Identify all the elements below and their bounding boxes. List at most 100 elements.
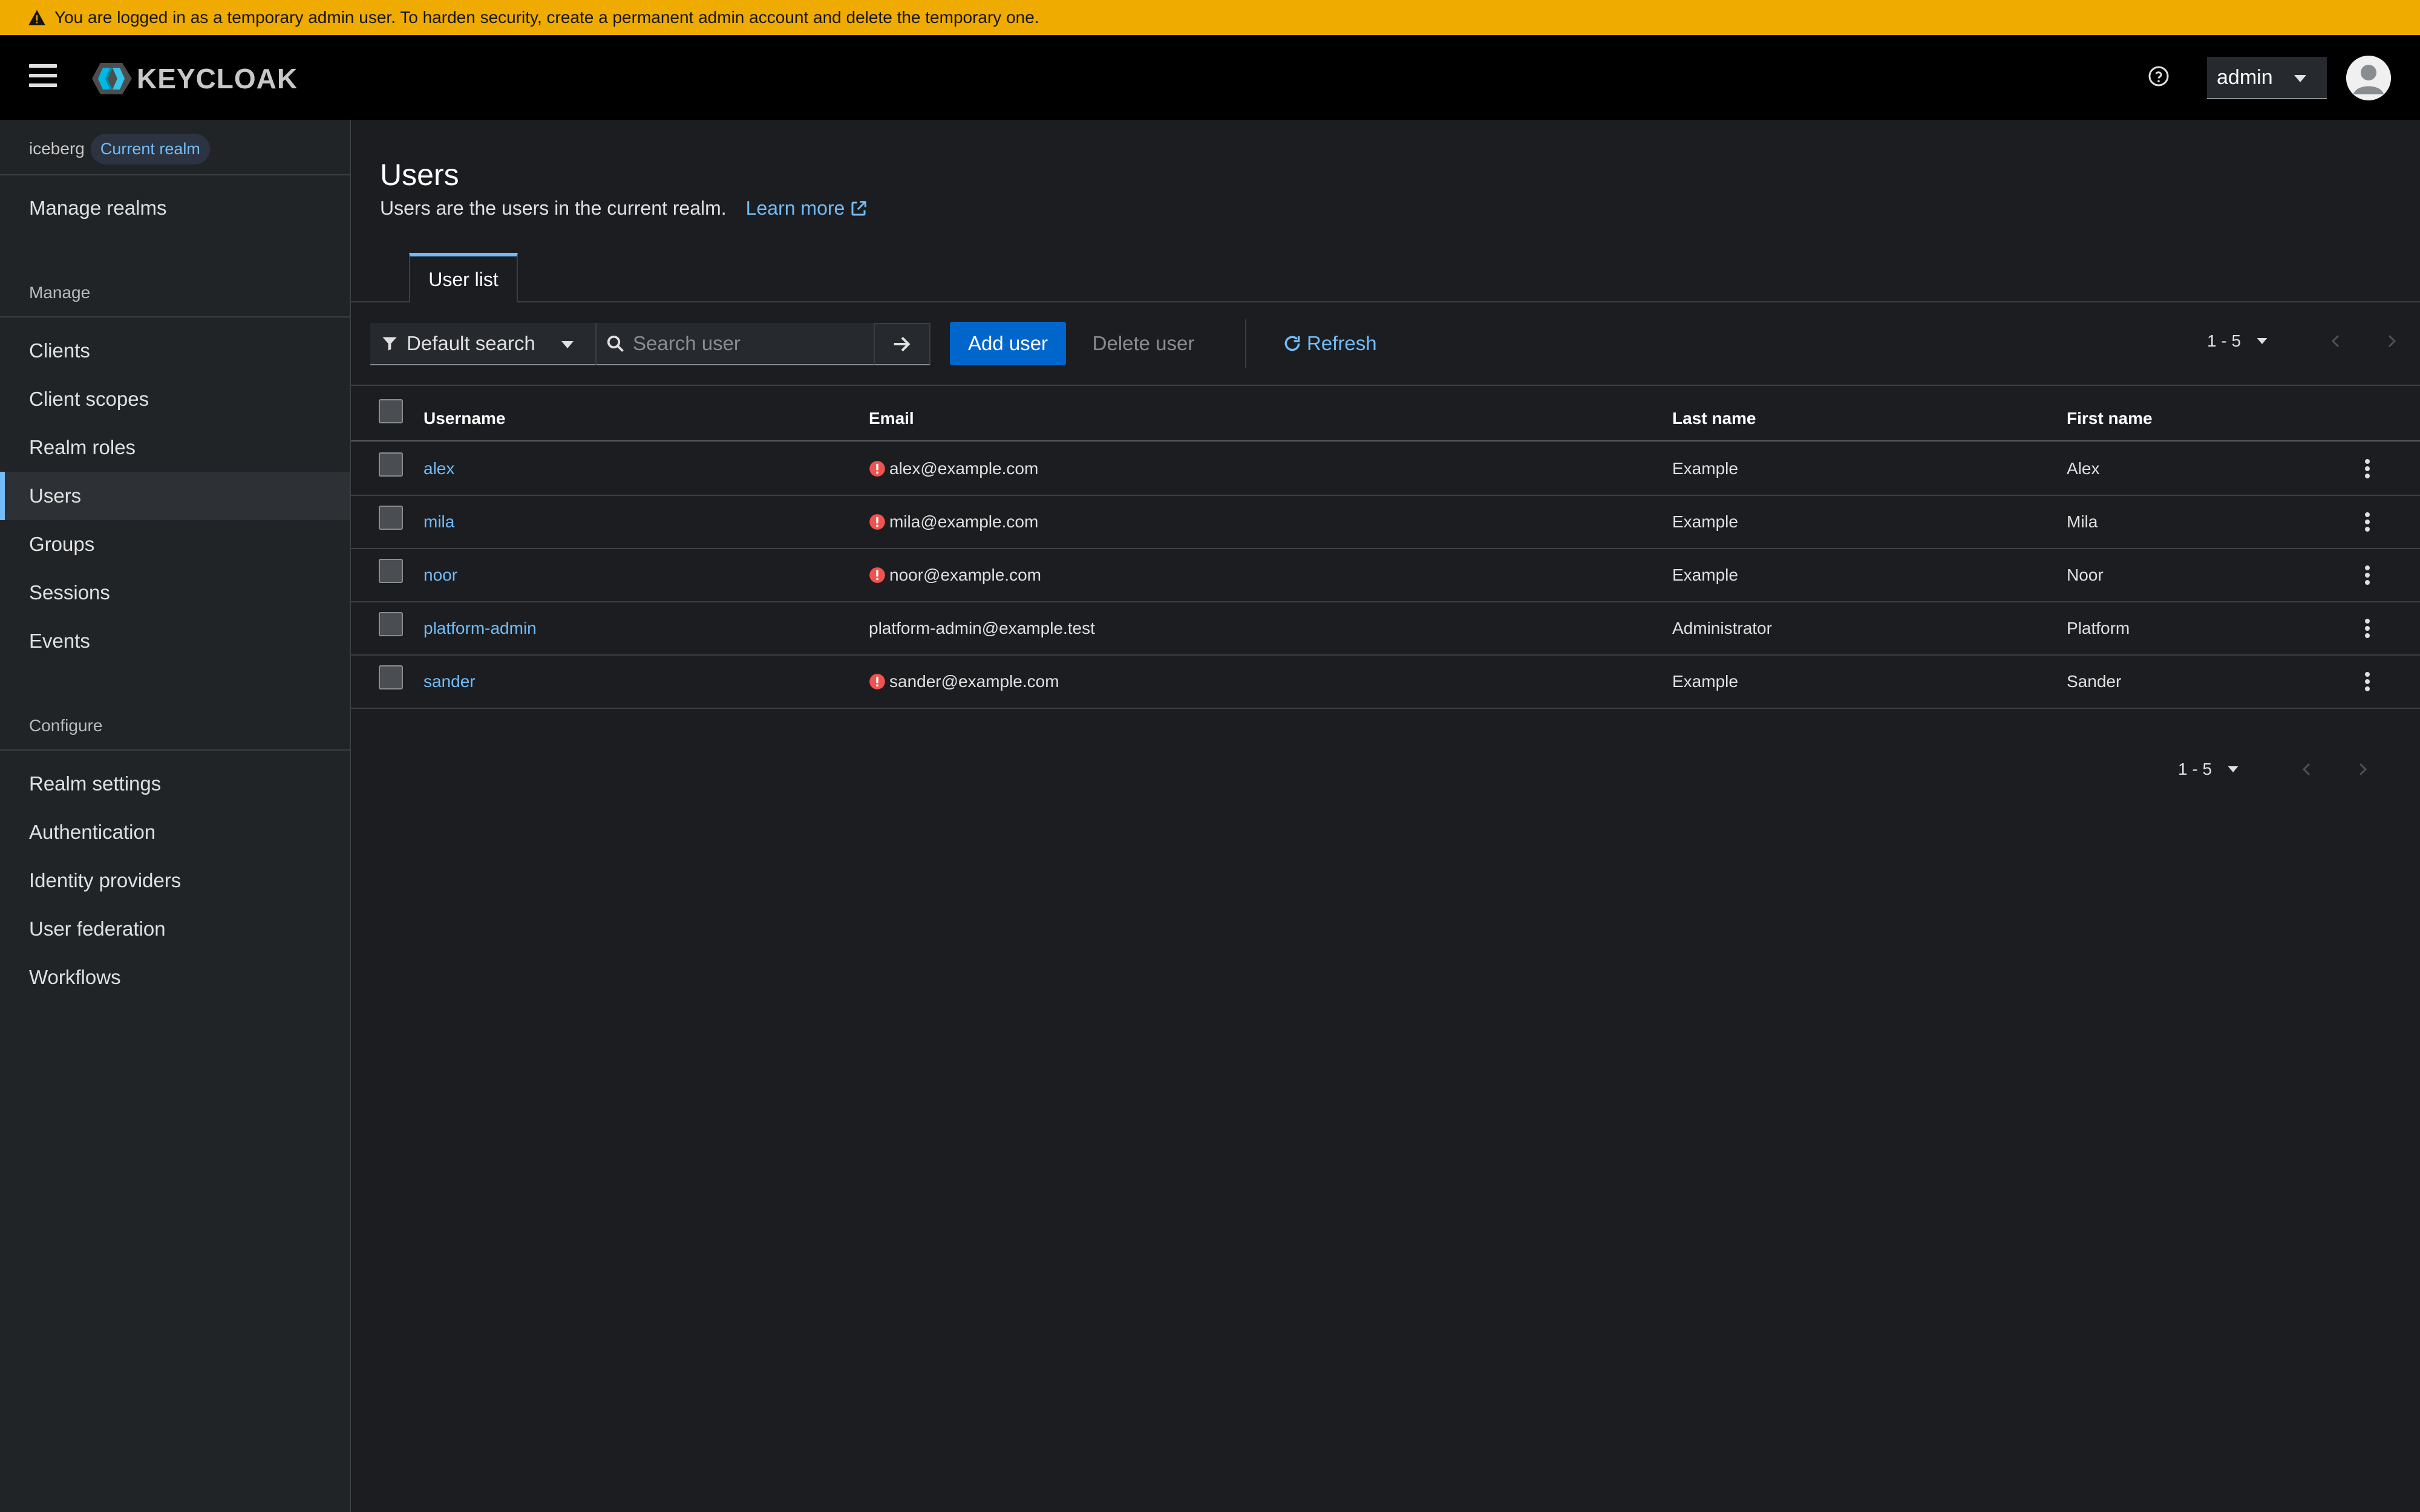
column-header-last-name[interactable]: Last name bbox=[1672, 409, 1756, 428]
caret-down-icon bbox=[561, 341, 574, 348]
delete-user-button[interactable]: Delete user bbox=[1083, 322, 1204, 365]
pagination-count: 1 - 5 bbox=[2207, 331, 2242, 350]
search-type-label: Default search bbox=[407, 332, 535, 354]
first-name-cell: Platform bbox=[2067, 619, 2130, 637]
sidebar-item-sessions[interactable]: Sessions bbox=[0, 569, 350, 617]
user-menu-label: admin bbox=[2217, 65, 2273, 89]
next-page-button[interactable] bbox=[2351, 757, 2375, 781]
keycloak-logo[interactable]: KEYCLOAK bbox=[92, 62, 298, 96]
learn-more-link[interactable]: Learn more bbox=[746, 197, 868, 220]
current-realm-badge: Current realm bbox=[90, 133, 210, 165]
row-actions-kebab-icon[interactable] bbox=[2358, 613, 2376, 644]
chevron-left-icon bbox=[2331, 334, 2340, 348]
refresh-icon bbox=[1284, 336, 1300, 351]
external-link-icon bbox=[851, 200, 867, 215]
email-cell: platform-admin@example.test bbox=[869, 619, 1095, 637]
previous-page-button[interactable] bbox=[2323, 329, 2347, 353]
warning-icon bbox=[28, 10, 45, 25]
row-checkbox[interactable] bbox=[379, 665, 403, 689]
last-name-cell: Example bbox=[1672, 512, 1738, 531]
caret-down-icon bbox=[2257, 338, 2268, 344]
search-input[interactable] bbox=[633, 332, 863, 355]
sidebar-item-client-scopes[interactable]: Client scopes bbox=[0, 375, 350, 423]
column-header-email[interactable]: Email bbox=[869, 409, 914, 428]
table-row: platform-admin platform-admin@example.te… bbox=[351, 602, 2420, 656]
email-not-verified-icon bbox=[869, 674, 885, 689]
temporary-admin-banner: You are logged in as a temporary admin u… bbox=[0, 0, 2420, 35]
email-cell: alex@example.com bbox=[889, 459, 1039, 478]
sidebar-item-realm-roles[interactable]: Realm roles bbox=[0, 423, 350, 472]
email-cell: noor@example.com bbox=[889, 565, 1041, 584]
sidebar-item-groups[interactable]: Groups bbox=[0, 520, 350, 569]
sidebar-item-identity-providers[interactable]: Identity providers bbox=[0, 856, 350, 905]
row-actions-kebab-icon[interactable] bbox=[2358, 666, 2376, 697]
email-cell: sander@example.com bbox=[889, 672, 1059, 691]
username-link[interactable]: platform-admin bbox=[424, 619, 537, 638]
sidebar-item-authentication[interactable]: Authentication bbox=[0, 808, 350, 856]
help-icon[interactable] bbox=[2148, 65, 2170, 87]
row-actions-kebab-icon[interactable] bbox=[2358, 507, 2376, 537]
row-checkbox[interactable] bbox=[379, 506, 403, 530]
sidebar: iceberg Current realm Manage realms Mana… bbox=[0, 120, 351, 1512]
username-link[interactable]: alex bbox=[424, 459, 454, 478]
row-actions-kebab-icon[interactable] bbox=[2358, 560, 2376, 590]
email-cell: mila@example.com bbox=[889, 512, 1039, 531]
search-submit-button[interactable] bbox=[874, 323, 930, 365]
column-header-first-name[interactable]: First name bbox=[2067, 409, 2153, 428]
top-pagination: 1 - 5 bbox=[2207, 323, 2413, 359]
last-name-cell: Example bbox=[1672, 565, 1738, 584]
previous-page-button[interactable] bbox=[2294, 757, 2318, 781]
username-link[interactable]: mila bbox=[424, 512, 454, 532]
table-row: alex alex@example.com Example Alex bbox=[351, 443, 2420, 496]
next-page-button[interactable] bbox=[2380, 329, 2404, 353]
filter-icon bbox=[382, 337, 397, 351]
sidebar-item-manage-realms[interactable]: Manage realms bbox=[0, 184, 350, 232]
pagination-count-dropdown[interactable]: 1 - 5 bbox=[2207, 331, 2268, 351]
page-title: Users bbox=[380, 158, 459, 192]
last-name-cell: Example bbox=[1672, 459, 1738, 478]
sidebar-item-users[interactable]: Users bbox=[0, 472, 350, 520]
sidebar-section-manage: Manage bbox=[29, 283, 91, 302]
masthead: KEYCLOAK admin bbox=[0, 35, 2420, 120]
avatar[interactable] bbox=[2346, 56, 2391, 100]
toolbar-separator bbox=[1245, 319, 1246, 368]
page-description-text: Users are the users in the current realm… bbox=[380, 197, 727, 219]
row-checkbox[interactable] bbox=[379, 612, 403, 636]
sidebar-item-user-federation[interactable]: User federation bbox=[0, 905, 350, 953]
caret-down-icon bbox=[2228, 766, 2238, 772]
realm-selector[interactable]: iceberg Current realm bbox=[29, 132, 210, 166]
username-link[interactable]: sander bbox=[424, 672, 476, 691]
sidebar-item-clients[interactable]: Clients bbox=[0, 327, 350, 375]
realm-name: iceberg bbox=[29, 139, 85, 158]
sidebar-item-events[interactable]: Events bbox=[0, 617, 350, 665]
pagination-count-dropdown[interactable]: 1 - 5 bbox=[2178, 760, 2238, 779]
sidebar-section-configure: Configure bbox=[29, 716, 103, 735]
arrow-right-icon bbox=[894, 336, 911, 352]
search-field[interactable] bbox=[595, 323, 874, 365]
row-checkbox[interactable] bbox=[379, 559, 403, 583]
row-actions-kebab-icon[interactable] bbox=[2358, 454, 2376, 484]
first-name-cell: Noor bbox=[2067, 565, 2104, 584]
refresh-button[interactable]: Refresh bbox=[1283, 322, 1377, 365]
first-name-cell: Sander bbox=[2067, 672, 2122, 691]
keycloak-logo-icon bbox=[92, 63, 132, 94]
add-user-button[interactable]: Add user bbox=[950, 322, 1066, 365]
table-row: sander sander@example.com Example Sander bbox=[351, 656, 2420, 709]
search-type-dropdown[interactable]: Default search bbox=[370, 323, 595, 365]
column-header-username[interactable]: Username bbox=[424, 409, 505, 428]
row-checkbox[interactable] bbox=[379, 452, 403, 477]
username-link[interactable]: noor bbox=[424, 565, 457, 585]
select-all-checkbox[interactable] bbox=[379, 399, 403, 423]
sidebar-item-realm-settings[interactable]: Realm settings bbox=[0, 760, 350, 808]
email-not-verified-icon bbox=[869, 514, 885, 530]
sidebar-divider bbox=[0, 749, 350, 751]
sidebar-divider bbox=[0, 174, 350, 175]
sidebar-item-workflows[interactable]: Workflows bbox=[0, 953, 350, 1002]
table-row: mila mila@example.com Example Mila bbox=[351, 496, 2420, 549]
user-menu-dropdown[interactable]: admin bbox=[2207, 57, 2327, 99]
last-name-cell: Example bbox=[1672, 672, 1738, 691]
tab-user-list[interactable]: User list bbox=[409, 253, 518, 302]
email-not-verified-icon bbox=[869, 567, 885, 583]
search-icon bbox=[607, 335, 624, 352]
hamburger-menu-icon[interactable] bbox=[29, 64, 57, 88]
